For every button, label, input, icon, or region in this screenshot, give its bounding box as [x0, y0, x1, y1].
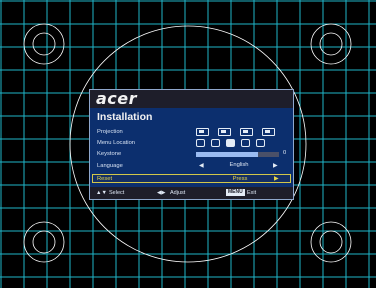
- reset-right-arrow-icon[interactable]: ▶: [274, 175, 279, 183]
- language-right-arrow-icon[interactable]: ▶: [273, 162, 278, 169]
- corner-circle-outer: [310, 23, 352, 65]
- language-left-arrow-icon[interactable]: ◀: [199, 162, 204, 169]
- location-center-icon[interactable]: [226, 139, 235, 147]
- projection-front-icon[interactable]: [196, 128, 209, 136]
- footer-exit-label: Exit: [247, 190, 257, 196]
- osd-header: acer: [90, 90, 293, 108]
- menu-title: Installation: [97, 111, 153, 123]
- brand-logo: acer: [96, 89, 138, 108]
- location-top-right-icon[interactable]: [211, 139, 220, 147]
- projection-label: Projection: [97, 129, 123, 135]
- language-label: Language: [97, 163, 123, 169]
- location-top-left-icon[interactable]: [196, 139, 205, 147]
- projection-rear-icon[interactable]: [240, 128, 253, 136]
- corner-circle-outer: [23, 23, 65, 65]
- corner-circle-outer: [310, 221, 352, 263]
- projection-options[interactable]: [196, 128, 275, 136]
- up-down-arrows-icon: ▲▼: [96, 190, 107, 196]
- reset-row[interactable]: Reset Press ▶: [92, 174, 291, 183]
- menu-location-label: Menu Location: [97, 140, 136, 146]
- footer-adjust-label: Adjust: [170, 190, 186, 196]
- keystone-value: 0: [283, 150, 287, 156]
- projection-rear-ceiling-icon[interactable]: [262, 128, 275, 136]
- corner-circle-outer: [23, 221, 65, 263]
- location-bottom-right-icon[interactable]: [256, 139, 265, 147]
- menu-key-icon: MENU: [226, 189, 245, 196]
- language-value: English: [229, 162, 249, 168]
- keystone-slider-fill: [196, 152, 259, 157]
- footer-select-label: Select: [109, 190, 125, 196]
- left-right-arrows-icon: ◀▶: [157, 190, 166, 196]
- reset-value: Press: [232, 176, 248, 182]
- menu-location-options[interactable]: [196, 139, 265, 147]
- location-bottom-left-icon[interactable]: [241, 139, 250, 147]
- keystone-label: Keystone: [97, 151, 122, 157]
- keystone-slider[interactable]: [196, 152, 279, 157]
- osd-menu-panel: acer Installation Projection Menu Locati…: [89, 89, 294, 200]
- corner-circle-inner: [32, 230, 56, 254]
- projection-ceiling-icon[interactable]: [218, 128, 231, 136]
- osd-footer: ▲▼ Select ◀▶ Adjust MENU Exit: [90, 187, 293, 199]
- test-pattern-screen: acer Installation Projection Menu Locati…: [0, 0, 376, 288]
- reset-label: Reset: [97, 176, 113, 182]
- corner-circle-inner: [32, 32, 56, 56]
